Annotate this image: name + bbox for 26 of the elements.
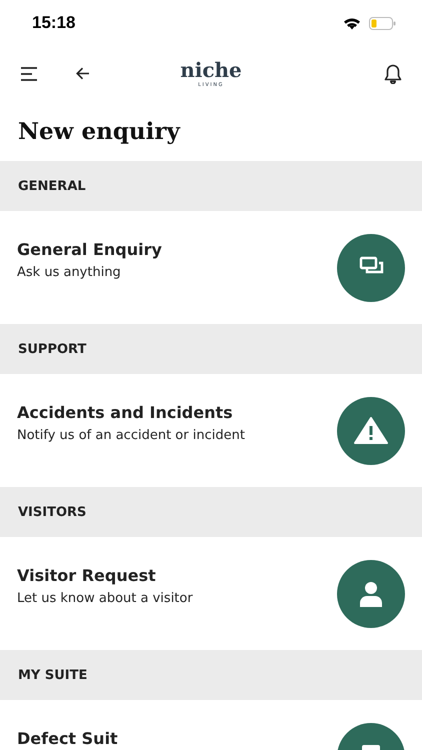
wifi-icon [343, 16, 361, 30]
enquiry-option[interactable]: Accidents and Incidents Notify us of an accident or incident [0, 374, 422, 487]
enquiry-option[interactable]: Visitor Request Let us know about a visitor [0, 537, 422, 650]
warning-icon [337, 396, 405, 464]
status-time: 15:18 [32, 13, 76, 33]
option-title: Defect Suit [17, 729, 118, 748]
bell-icon[interactable] [384, 64, 402, 84]
option-title: General Enquiry [17, 240, 162, 259]
windows-icon [337, 234, 405, 302]
section-title: MY SUITE [18, 668, 88, 682]
back-arrow-icon[interactable] [76, 67, 90, 80]
page-title: New enquiry [17, 116, 182, 146]
logo-text: niche [180, 60, 242, 80]
person-icon [337, 560, 405, 628]
battery-icon [369, 16, 396, 30]
option-description: Ask us anything [17, 265, 122, 280]
section-title: VISITORS [18, 504, 86, 520]
option-title: Visitor Request [17, 566, 157, 585]
option-description: Notify us of an accident or incident [17, 428, 245, 443]
enquiry-option[interactable]: Defect Suit [0, 700, 422, 750]
option-description: Let us know about a visitor [17, 591, 193, 606]
option-title: Accidents and Incidents [17, 403, 234, 422]
menu-icon[interactable] [20, 66, 38, 80]
enquiry-option[interactable]: General Enquiry Ask us anything [0, 211, 422, 324]
section-title: GENERAL [18, 178, 86, 194]
section-title: SUPPORT [18, 342, 86, 356]
